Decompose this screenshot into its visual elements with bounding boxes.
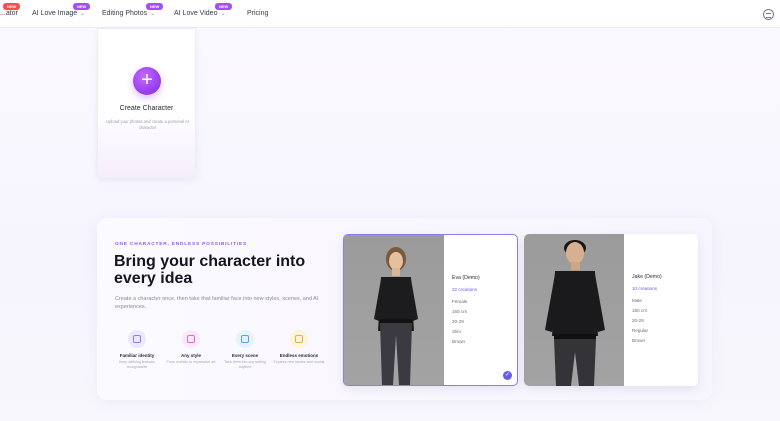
detail-gender: Female (452, 299, 468, 304)
character-info: Jake (Demo) 10 creations Male 180 cm 20-… (632, 274, 662, 348)
scene-icon (236, 330, 254, 348)
create-character-card[interactable]: + Create Character Upload your photos an… (97, 28, 196, 178)
new-badge: NEW (3, 3, 21, 10)
perk-familiar-identity: Familiar identity Keep defining features… (111, 330, 163, 370)
character-card-eva[interactable]: Eva (Demo) 22 creations Female 165 cm 20… (343, 234, 518, 386)
detail-gender: Male (632, 298, 642, 303)
create-character-title: Create Character (119, 105, 174, 112)
nav-item-ai-love-video[interactable]: AI Love Video ⌄ (174, 10, 226, 17)
detail-hair: Brown (632, 338, 646, 343)
creation-count: 10 creations (632, 286, 658, 291)
chevron-down-icon: ⌄ (150, 11, 156, 17)
nav-item-editing-photos[interactable]: Editing Photos ⌄ (102, 10, 155, 17)
nav-item-pricing[interactable]: Pricing (247, 10, 268, 17)
character-card-jake[interactable]: Jake (Demo) 10 creations Male 180 cm 20-… (524, 234, 698, 386)
plus-icon[interactable]: + (133, 67, 161, 95)
new-badge: NEW (146, 3, 164, 10)
perk-endless-emotions: Endless emotions Express new stories and… (273, 330, 325, 365)
new-badge: NEW (73, 3, 91, 10)
male-figure-image (545, 240, 605, 386)
character-photo (524, 234, 624, 386)
chevron-down-icon: ⌄ (80, 11, 86, 17)
character-info: Eva (Demo) 22 creations Female 165 cm 20… (452, 275, 480, 349)
detail-body: Regular (632, 328, 649, 333)
emotion-icon (290, 330, 308, 348)
detail-hair: Brown (452, 339, 466, 344)
perk-any-style: Any style From realistic to expressive a… (165, 330, 217, 365)
selected-check-icon: ✓ (503, 371, 512, 380)
account-menu-icon[interactable] (763, 9, 774, 20)
detail-age: 20-29 (452, 319, 464, 324)
chevron-down-icon: ⌄ (220, 11, 226, 17)
create-character-description: Upload your photos and create a personal… (106, 119, 189, 130)
female-figure-image (374, 247, 418, 385)
new-badge: NEW (215, 3, 233, 10)
perk-list: Familiar identity Keep defining features… (111, 330, 331, 380)
style-icon (182, 330, 200, 348)
identity-icon (128, 330, 146, 348)
detail-age: 20-29 (632, 318, 644, 323)
character-photo (344, 235, 444, 385)
nav-item-creator[interactable]: ...ator (0, 10, 18, 17)
feature-headline: Bring your character into every idea (114, 253, 306, 287)
eyebrow-text: ONE CHARACTER, ENDLESS POSSIBILITIES (115, 242, 247, 247)
detail-height: 180 cm (632, 308, 648, 313)
creation-count: 22 creations (452, 287, 478, 292)
nav-item-ai-love-image[interactable]: AI Love Image ⌄ (32, 10, 85, 17)
character-name: Jake (Demo) (632, 274, 662, 280)
detail-body: Slim (452, 329, 461, 334)
character-name: Eva (Demo) (452, 275, 480, 281)
feature-subtext: Create a character once, then take that … (115, 296, 319, 310)
perk-every-scene: Every scene Take them into any setting a… (219, 330, 271, 370)
detail-height: 165 cm (452, 309, 468, 314)
top-nav: ...ator NEW AI Love Image ⌄ NEW Editing P… (0, 0, 780, 28)
